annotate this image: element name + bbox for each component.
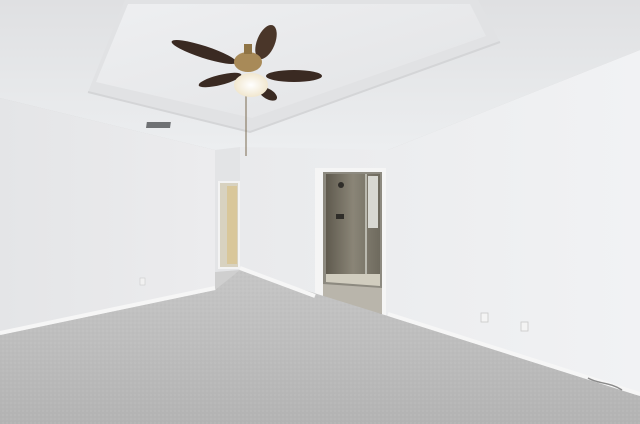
scene-svg bbox=[0, 0, 640, 424]
wall-outlet-2 bbox=[520, 321, 529, 332]
shower-window bbox=[368, 176, 378, 228]
air-vent bbox=[146, 122, 171, 128]
shower-head-icon bbox=[338, 182, 344, 188]
hallway-door bbox=[227, 186, 237, 264]
fan-downrod bbox=[244, 44, 252, 54]
bedroom-photo bbox=[0, 0, 640, 424]
fan-blade-right bbox=[266, 70, 322, 82]
fan-motor-housing bbox=[234, 52, 262, 72]
light-fixture bbox=[234, 73, 268, 97]
wall-outlet-1 bbox=[480, 312, 489, 323]
shower-valve-icon bbox=[336, 214, 344, 219]
wall-outlet-3 bbox=[139, 277, 146, 286]
